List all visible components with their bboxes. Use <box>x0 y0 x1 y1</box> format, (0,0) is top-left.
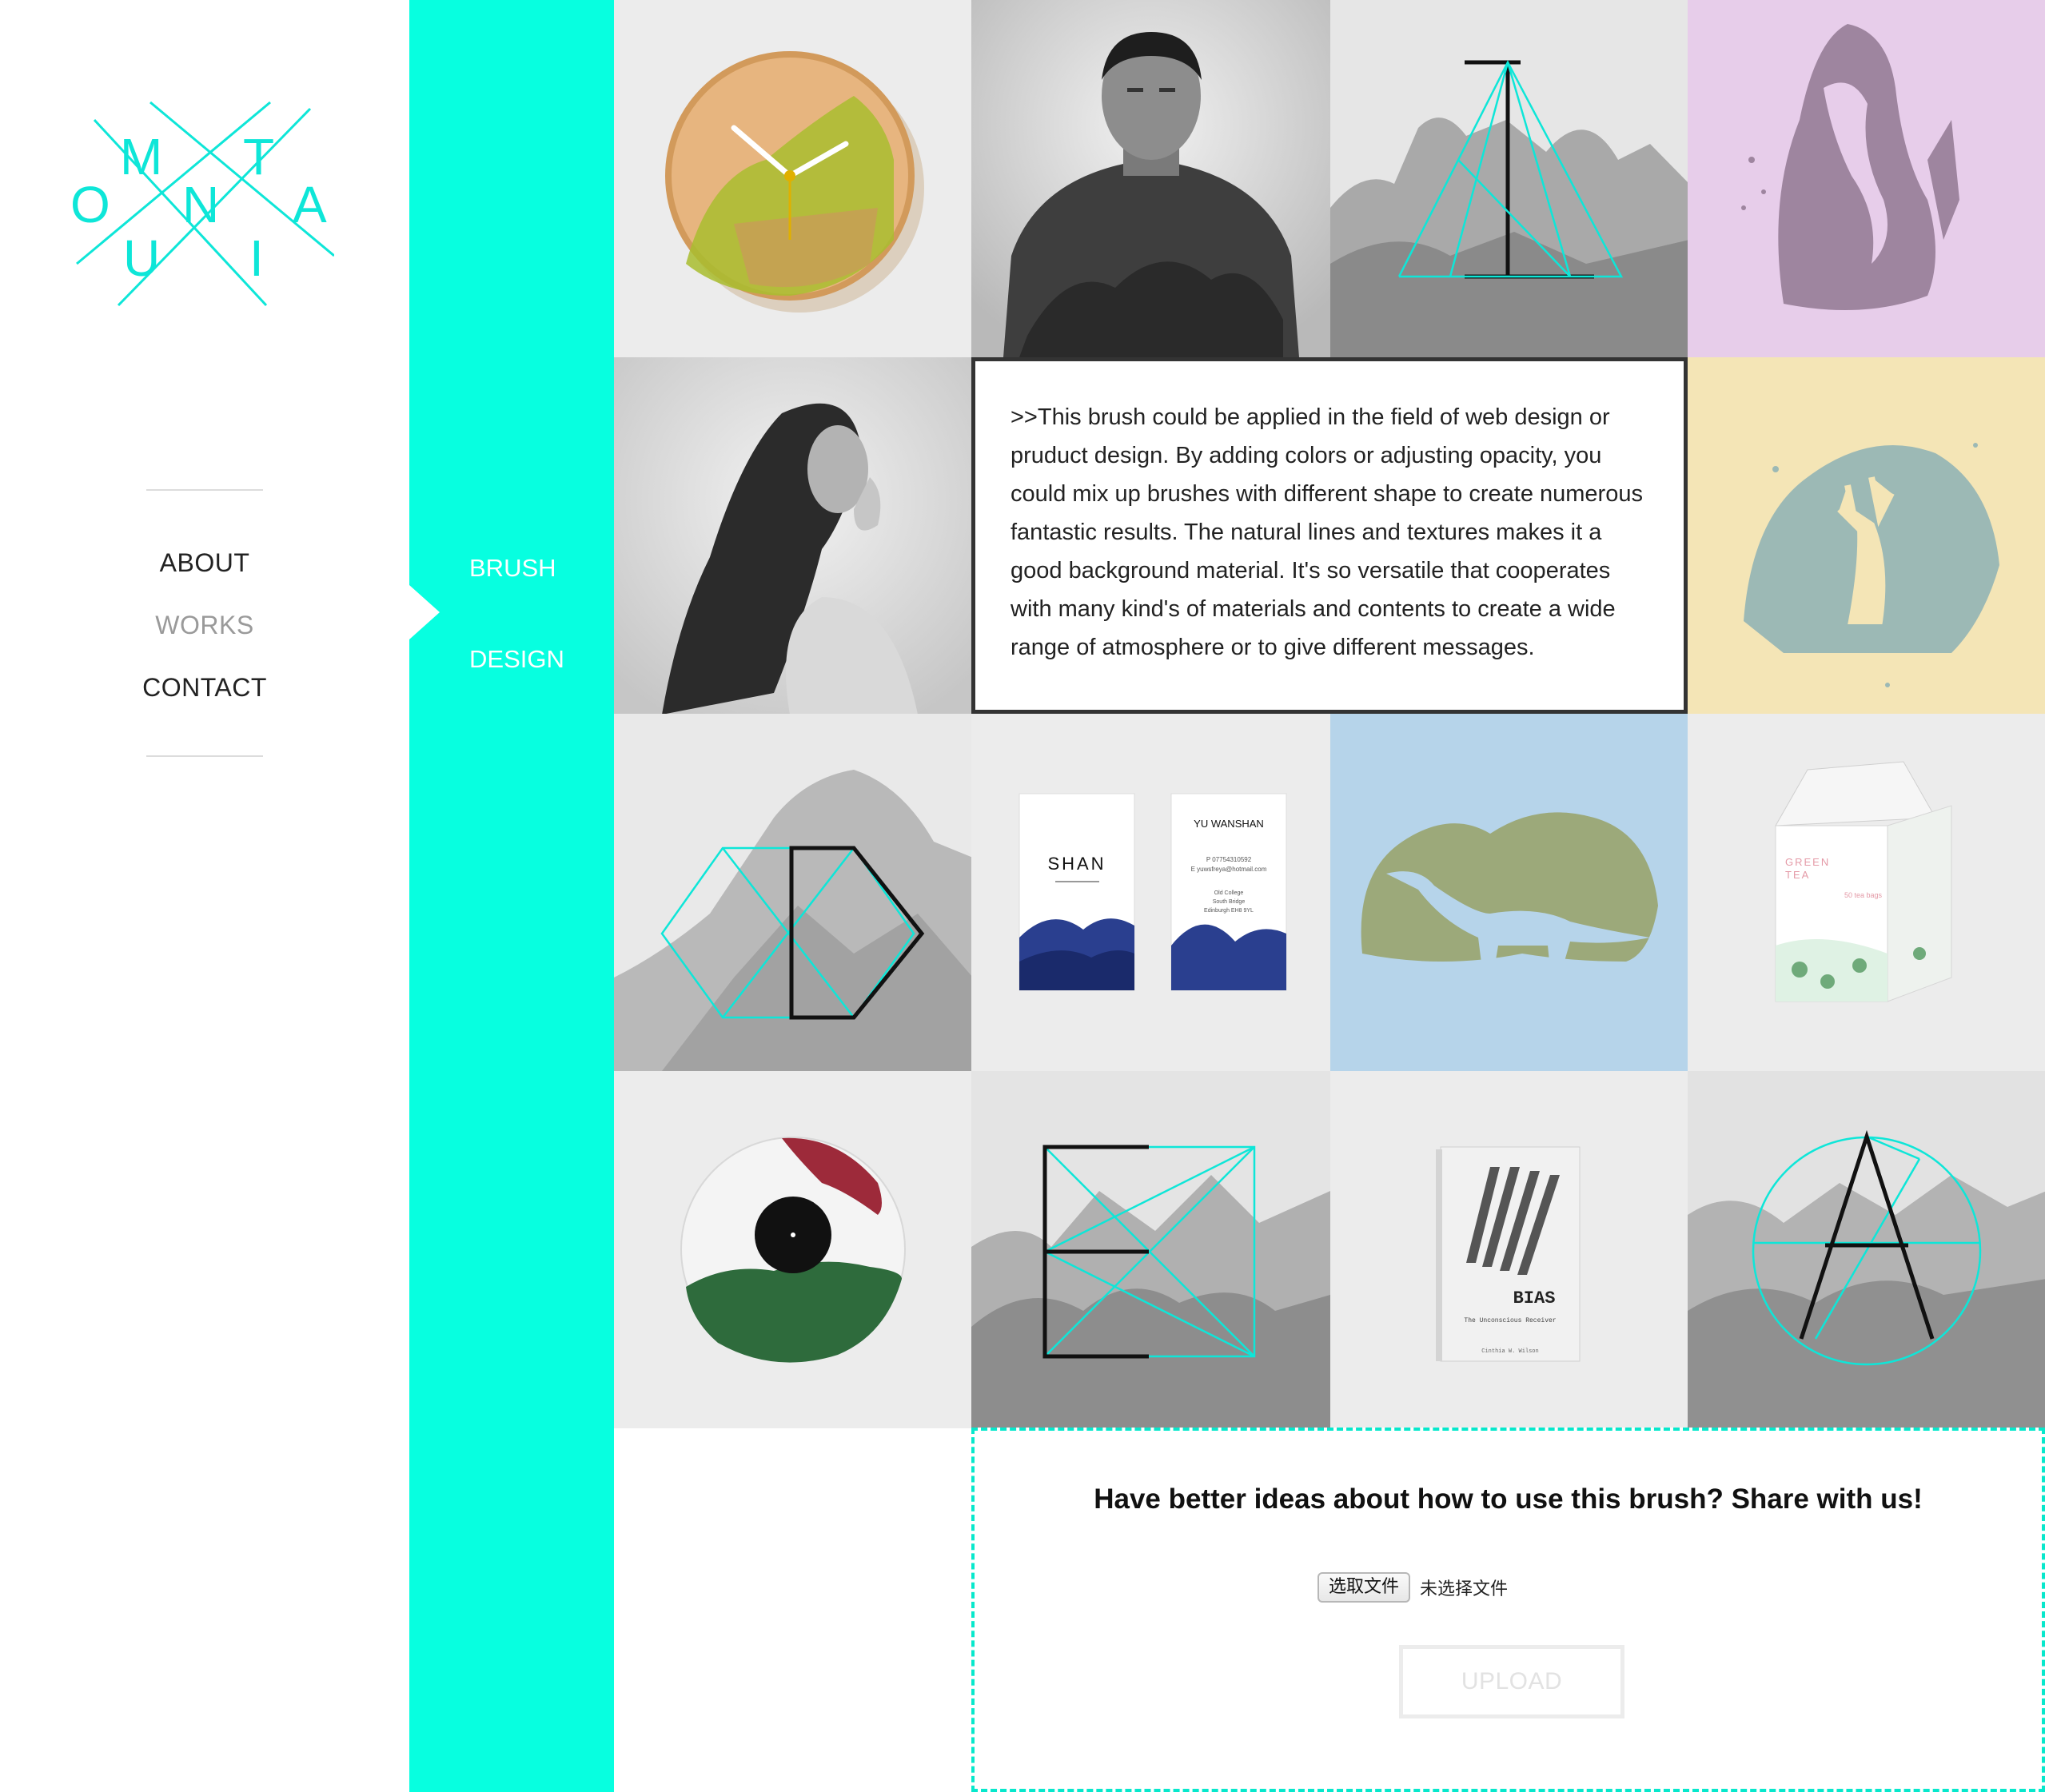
upload-heading: Have better ideas about how to use this … <box>1094 1483 1923 1515</box>
carton-line-1: GREEN <box>1785 856 1830 868</box>
site-logo[interactable]: M T O N A U I <box>70 96 334 312</box>
card-front-name: SHAN <box>1047 854 1106 874</box>
card-email: E yuwsfreya@hotmail.com <box>1191 866 1267 873</box>
gallery-item-portrait-woman[interactable] <box>614 357 973 715</box>
card-address-1: Old College <box>1214 890 1244 896</box>
logo-letter-i: I <box>249 229 264 287</box>
carton-count: 50 tea bags <box>1844 891 1883 899</box>
card-address-2: South Bridge <box>1213 899 1246 905</box>
gallery-item-portrait-man[interactable] <box>971 0 1330 357</box>
submenu-column <box>409 0 614 1792</box>
logo-letter-a: A <box>293 176 327 233</box>
gallery-item-letter-e[interactable] <box>971 1071 1330 1428</box>
gallery-item-letter-i[interactable] <box>1330 0 1689 357</box>
choose-file-button[interactable]: 选取文件 <box>1317 1572 1411 1603</box>
gallery-item-milk-carton[interactable]: GREEN TEA 50 tea bags <box>1688 714 2045 1071</box>
gallery-item-dinosaur[interactable] <box>1330 714 1689 1071</box>
logo-letter-n: N <box>182 176 219 233</box>
nav-divider-bottom <box>146 755 263 757</box>
book-subtitle: The Unconscious Receiver <box>1464 1317 1556 1324</box>
logo-letter-u: U <box>123 229 160 287</box>
gallery-item-letter-d[interactable] <box>614 714 973 1071</box>
description-box: >>This brush could be applied in the fie… <box>971 357 1688 714</box>
gallery-item-clock[interactable] <box>614 0 973 357</box>
logo-letter-t: T <box>243 128 274 185</box>
nav-divider-top <box>146 489 263 491</box>
description-text: >>This brush could be applied in the fie… <box>1011 404 1643 660</box>
file-status-text: 未选择文件 <box>1420 1579 1509 1599</box>
card-phone: P 07754310592 <box>1206 856 1252 863</box>
card-address-3: Edinburgh EH8 9YL <box>1204 908 1254 914</box>
upload-panel: Have better ideas about how to use this … <box>971 1428 2045 1792</box>
book-title: BIAS <box>1513 1288 1556 1308</box>
gallery-item-letter-a[interactable] <box>1688 1071 2045 1428</box>
logo-letter-m: M <box>120 128 162 185</box>
nav-works[interactable]: WORKS <box>0 611 409 640</box>
sidebar: M T O N A U I ABOUT WORKS CONTACT <box>0 0 409 1792</box>
submenu-brush[interactable]: BRUSH <box>469 554 556 583</box>
gallery-item-book[interactable]: BIAS The Unconscious Receiver Cinthia W.… <box>1330 1071 1689 1428</box>
gallery-item-business-cards[interactable]: SHAN YU WANSHAN P 07754310592 E yuwsfrey… <box>971 714 1330 1071</box>
logo-letter-o: O <box>70 176 110 233</box>
carton-line-2: TEA <box>1785 869 1810 881</box>
submenu-design[interactable]: DESIGN <box>469 645 564 674</box>
active-indicator-arrow <box>409 585 440 639</box>
gallery-item-deer[interactable] <box>1688 357 2045 715</box>
gallery-item-shark[interactable] <box>1688 0 2045 357</box>
nav-contact[interactable]: CONTACT <box>0 673 409 703</box>
card-back-name: YU WANSHAN <box>1194 818 1264 830</box>
gallery-item-vinyl-record[interactable] <box>614 1071 973 1428</box>
nav-about[interactable]: ABOUT <box>0 548 409 578</box>
book-author: Cinthia W. Wilson <box>1481 1348 1538 1355</box>
upload-button[interactable]: UPLOAD <box>1399 1645 1624 1718</box>
